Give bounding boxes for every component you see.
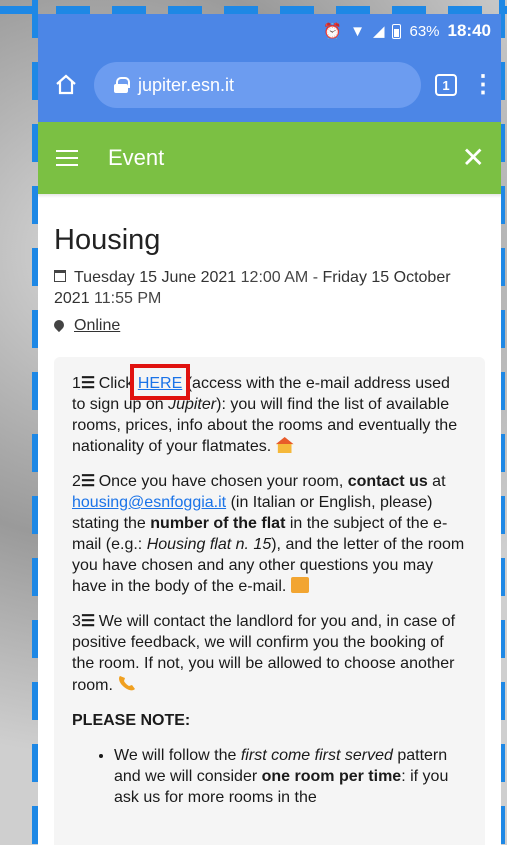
alarm-icon: ⏰ [323,23,343,40]
step-2: 2☰ Once you have chosen your room, conta… [72,471,467,597]
status-bar: ⏰ ▼ ◢ 63% 18:40 [38,14,501,48]
step-2-emphasis: Housing flat n. 15 [146,536,272,553]
bullet-1-bold: one room per time [261,768,402,785]
overflow-menu-icon[interactable]: ⋮ [471,73,495,97]
battery-percent: 63% [409,22,440,40]
list-icon: ☰ [80,375,95,392]
end-time: 11:55 PM [94,290,162,307]
battery-icon [392,23,402,39]
bullet-1-text-a: We will follow the [114,747,241,764]
step-2-bold-flat: number of the flat [150,515,286,532]
highlight-box [129,364,190,400]
event-content: Housing Tuesday 15 June 2021 12:00 AM - … [38,198,501,845]
step-3: 3☰ We will contact the landlord for you … [72,611,467,696]
step-2-text-b: at [427,473,446,490]
event-location: Online [54,317,485,335]
wifi-icon: ▼ [350,22,365,40]
telephone-icon [117,674,137,692]
browser-toolbar: jupiter.esn.it 1 ⋮ [38,48,501,122]
event-date: Tuesday 15 June 2021 12:00 AM - Friday 1… [54,267,485,309]
list-icon: ☰ [80,613,95,630]
list-icon: ☰ [80,473,95,490]
bullet-1-emphasis: first come first served [240,747,393,764]
home-icon[interactable] [52,71,80,99]
note-label: PLEASE NOTE: [72,712,191,729]
clock: 18:40 [447,21,491,40]
note-list: We will follow the first come first serv… [72,745,467,808]
phone-screen: ⏰ ▼ ◢ 63% 18:40 jupiter.esn.it 1 ⋮ Event… [38,14,501,845]
date-separator: - [308,269,323,286]
tab-switcher-button[interactable]: 1 [435,74,457,96]
lock-icon [114,77,130,93]
event-title: Housing [54,224,161,256]
frame-border-top [0,6,507,14]
hamburger-menu-icon[interactable] [56,150,78,166]
close-icon[interactable]: ✕ [462,144,485,172]
step-3-number: 3 [72,613,81,630]
envelope-icon [290,577,309,593]
header-title: Event [108,145,165,170]
url-text: jupiter.esn.it [138,74,235,95]
here-link-wrapper: HERE [129,364,190,400]
event-header: Event ✕ [38,122,501,194]
step-1: 1☰ Click HERE (access with the e-mail ad… [72,364,467,457]
signal-icon: ◢ [372,23,385,40]
location-pin-icon [54,320,64,333]
step-2-number: 2 [72,473,81,490]
house-icon [275,437,294,453]
step-2-bold-contact: contact us [347,473,428,490]
address-bar[interactable]: jupiter.esn.it [94,62,421,108]
calendar-icon [54,270,66,282]
email-link[interactable]: housing@esnfoggia.it [72,494,226,511]
step-1-number: 1 [72,375,81,392]
description-card: 1☰ Click HERE (access with the e-mail ad… [54,357,485,845]
start-day: Tuesday 15 June 2021 [74,269,237,286]
start-time: 12:00 AM [240,269,309,286]
list-item: We will follow the first come first serv… [114,745,467,808]
step-2-text-a: Once you have chosen your room, [94,473,348,490]
location-link[interactable]: Online [74,317,120,335]
